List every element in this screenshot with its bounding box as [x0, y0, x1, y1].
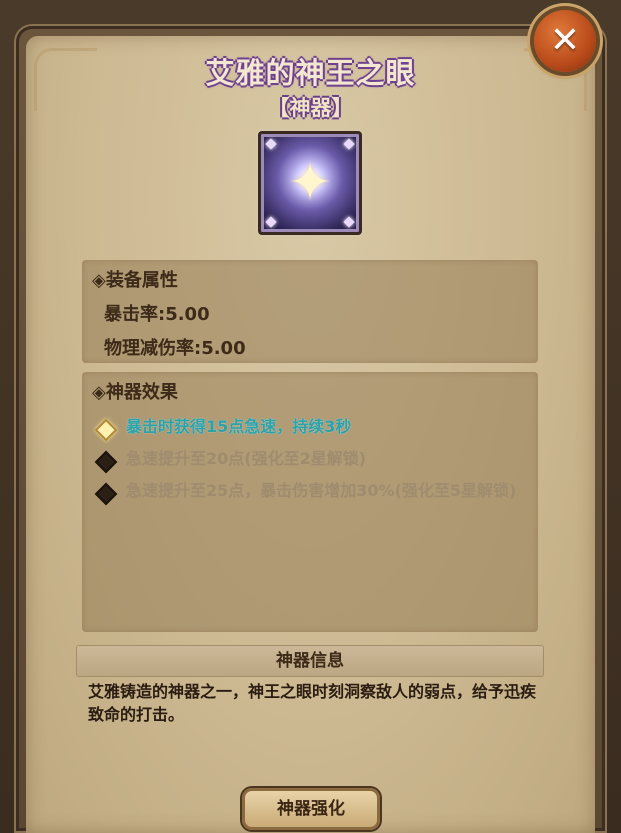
frame-stud-icon: [265, 216, 277, 228]
item-title: 艾雅的神王之眼: [205, 56, 416, 90]
attribute-line: 物理减伤率:5.00: [104, 338, 246, 359]
attribute-line: 暴击率:5.00: [104, 304, 210, 325]
frame-stud-icon: [343, 216, 355, 228]
effect-locked-icon: [94, 450, 118, 474]
enhance-button[interactable]: 神器强化: [242, 788, 380, 830]
effects-panel: ◈神器效果 暴击时获得15点急速，持续3秒 急速提升至20点(强化至2星解锁) …: [82, 372, 538, 632]
effect-text: 急速提升至20点(强化至2星解锁): [126, 449, 367, 468]
effect-text: 暴击时获得15点急速，持续3秒: [126, 417, 352, 436]
effect-item: 暴击时获得15点急速，持续3秒: [94, 416, 538, 442]
attributes-header: ◈装备属性: [92, 270, 178, 291]
item-category: 【神器】: [268, 96, 353, 120]
frame-stud-icon: [343, 138, 355, 150]
attributes-panel: ◈装备属性 暴击率:5.00 物理减伤率:5.00: [82, 260, 538, 363]
effect-item: 急速提升至25点，暴击伤害增加30%(强化至5星解锁): [94, 480, 538, 506]
effect-locked-icon: [94, 482, 118, 506]
effect-text: 急速提升至25点，暴击伤害增加30%(强化至5星解锁): [126, 481, 517, 500]
info-header: 神器信息: [76, 645, 544, 677]
info-description: 艾雅铸造的神器之一，神王之眼时刻洞察敌人的弱点，给予迅疾致命的打击。: [88, 682, 537, 724]
frame-stud-icon: [265, 138, 277, 150]
star-icon: ✦: [288, 153, 332, 213]
effect-item: 急速提升至20点(强化至2星解锁): [94, 448, 538, 474]
artifact-eye-icon[interactable]: ✦: [258, 131, 362, 235]
effect-active-icon: [94, 418, 118, 442]
effects-header: ◈神器效果: [92, 382, 178, 403]
